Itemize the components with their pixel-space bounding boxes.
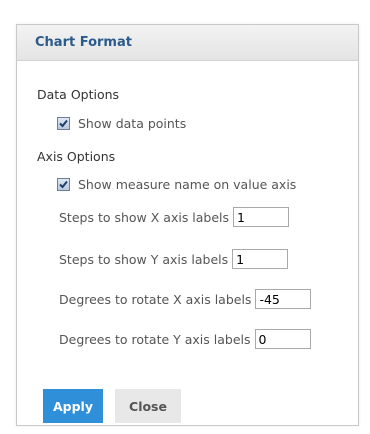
show-measure-name-label: Show measure name on value axis	[78, 177, 297, 192]
show-measure-name-checkbox[interactable]	[57, 178, 70, 191]
show-measure-name-row[interactable]: Show measure name on value axis	[57, 177, 296, 192]
show-data-points-label: Show data points	[78, 116, 187, 131]
checkmark-icon	[59, 119, 68, 128]
rotate-y-label: Degrees to rotate Y axis labels	[59, 331, 251, 347]
close-button[interactable]: Close	[115, 389, 181, 423]
rotate-y-row: Degrees to rotate Y axis labels	[59, 329, 311, 349]
show-data-points-row[interactable]: Show data points	[57, 116, 186, 131]
steps-x-row: Steps to show X axis labels	[59, 207, 290, 227]
rotate-x-label: Degrees to rotate X axis labels	[59, 291, 252, 307]
steps-x-input[interactable]	[233, 207, 290, 227]
chart-format-dialog: Chart Format Data Options Show data poin…	[16, 24, 359, 426]
rotate-y-input[interactable]	[254, 329, 311, 349]
steps-x-label: Steps to show X axis labels	[59, 209, 230, 225]
apply-button[interactable]: Apply	[43, 389, 103, 423]
dialog-title: Chart Format	[35, 35, 132, 50]
show-data-points-checkbox[interactable]	[57, 117, 70, 130]
steps-y-input[interactable]	[232, 249, 289, 269]
axis-options-label: Axis Options	[37, 149, 116, 164]
data-options-label: Data Options	[37, 87, 120, 102]
steps-y-row: Steps to show Y axis labels	[59, 249, 289, 269]
rotate-x-input[interactable]	[255, 289, 312, 309]
checkmark-icon	[59, 180, 68, 189]
rotate-x-row: Degrees to rotate X axis labels	[59, 289, 312, 309]
dialog-titlebar: Chart Format	[17, 25, 358, 61]
steps-y-label: Steps to show Y axis labels	[59, 251, 229, 267]
